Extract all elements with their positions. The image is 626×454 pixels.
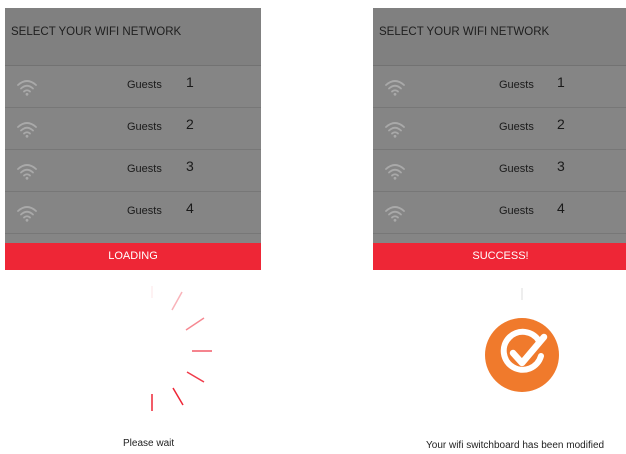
network-name: Guests [127,205,162,217]
network-name: Guests [499,121,534,133]
network-item[interactable]: Guests 1 [5,66,261,108]
network-number: 3 [557,158,565,174]
network-item[interactable]: Guests 2 [373,108,626,150]
wifi-icon [385,206,405,222]
network-item[interactable]: Guests 1 [373,66,626,108]
status-bar-loading: LOADING [5,243,261,270]
network-name: Guests [499,79,534,91]
network-number: 1 [186,74,194,90]
wifi-icon [385,122,405,138]
wifi-icon [17,122,37,138]
network-name: Guests [127,121,162,133]
network-number: 4 [186,200,194,216]
wifi-icon [385,80,405,96]
network-number: 1 [557,74,565,90]
spinner-icon [151,286,212,411]
panel-title: SELECT YOUR WIFI NETWORK [5,8,261,66]
wifi-select-panel-success: SELECT YOUR WIFI NETWORK Guests 1 Guests… [373,8,626,270]
network-number: 2 [186,116,194,132]
network-name: Guests [127,163,162,175]
network-item[interactable]: Guests 3 [373,150,626,192]
status-bar-success: SUCCESS! [373,243,626,270]
wifi-icon [17,164,37,180]
network-name: Guests [499,205,534,217]
wifi-icon [17,206,37,222]
network-number: 3 [186,158,194,174]
network-item[interactable]: Guests 4 [5,192,261,234]
wifi-icon [17,80,37,96]
network-item[interactable]: Guests 3 [5,150,261,192]
wifi-select-panel-loading: SELECT YOUR WIFI NETWORK Guests 1 Guests… [5,8,261,270]
success-caption: Your wifi switchboard has been modified [426,440,605,451]
network-name: Guests [499,163,534,175]
network-item[interactable]: Guests 4 [373,192,626,234]
check-circle-icon [485,288,559,392]
network-number: 4 [557,200,565,216]
network-number: 2 [557,116,565,132]
network-item[interactable]: Guests 2 [5,108,261,150]
wifi-icon [385,164,405,180]
panel-title: SELECT YOUR WIFI NETWORK [373,8,626,66]
loading-caption: Please wait [123,438,175,449]
network-name: Guests [127,79,162,91]
